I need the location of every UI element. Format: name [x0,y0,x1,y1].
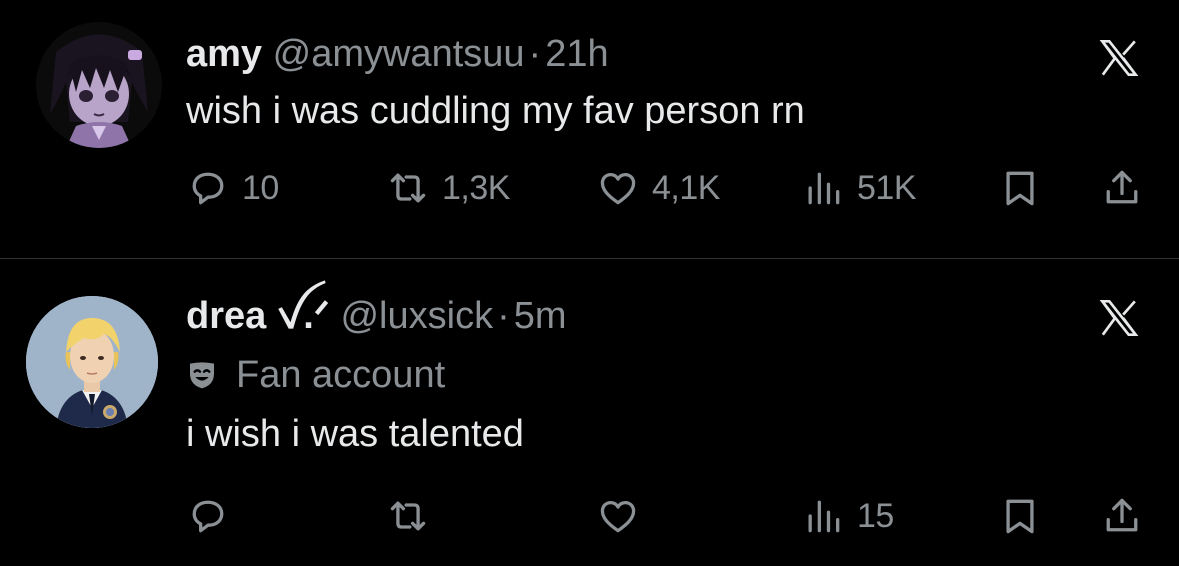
bookmark-icon [1006,499,1034,534]
like-count: 4,1K [652,168,720,207]
timestamp[interactable]: 21h [545,33,608,75]
tweet[interactable]: drea ꪜ.ᐟ @luxsick · 5m Fan account i wish … [0,259,1179,566]
avatar[interactable] [36,22,162,148]
handle[interactable]: @amywantsuu [273,33,525,75]
x-logo-icon [1099,40,1139,76]
tweet-text: i wish i was talented [186,413,524,455]
timeline-feed: amy @amywantsuu · 21h wish i was cuddling … [0,0,1179,566]
like-button[interactable] [596,493,652,539]
share-icon [1106,498,1138,532]
views-button[interactable]: 15 [801,493,894,539]
display-name[interactable]: drea ꪜ.ᐟ [186,295,330,337]
theater-mask-icon [190,362,214,389]
like-button[interactable]: 4,1K [596,165,720,211]
views-button[interactable]: 51K [801,165,917,211]
anime-girl-avatar-image [36,22,162,148]
share-button[interactable] [1100,165,1144,211]
views-count: 15 [857,496,894,535]
handle[interactable]: @luxsick [340,295,493,337]
repost-button[interactable]: 1,3K [386,165,510,211]
tweet-header: drea ꪜ.ᐟ @luxsick · 5m [186,294,567,338]
views-count: 51K [857,168,917,207]
reply-button[interactable]: 10 [186,165,279,211]
badge-label: Fan account [236,354,446,396]
reply-count: 10 [242,168,279,207]
repost-button[interactable] [386,493,442,539]
bookmark-icon [1006,171,1034,206]
display-name[interactable]: amy [186,33,262,75]
views-icon [808,172,840,205]
repost-count: 1,3K [442,168,510,207]
tweet-text: wish i was cuddling my fav person rn [186,90,805,132]
action-bar: 15 [186,493,1151,539]
reply-icon [192,500,224,533]
fan-account-badge: Fan account [186,353,445,397]
bookmark-button[interactable] [998,493,1042,539]
bookmark-button[interactable] [998,165,1042,211]
tweet-header: amy @amywantsuu · 21h [186,32,609,76]
separator: · [528,33,542,75]
tweet[interactable]: amy @amywantsuu · 21h wish i was cuddling … [0,0,1179,259]
x-logo-icon [1099,300,1139,336]
blond-student-avatar-image [26,296,158,428]
views-icon [808,500,840,533]
repost-icon [390,173,426,203]
share-icon [1106,170,1138,204]
separator: · [497,295,510,337]
reply-icon [192,172,224,205]
like-icon [600,500,636,533]
avatar[interactable] [26,296,158,428]
reply-button[interactable] [186,493,242,539]
timestamp[interactable]: 5m [514,295,567,337]
like-icon [600,172,636,205]
repost-icon [390,501,426,531]
action-bar: 10 1,3K 4,1K 51K [186,165,1151,211]
share-button[interactable] [1100,493,1144,539]
